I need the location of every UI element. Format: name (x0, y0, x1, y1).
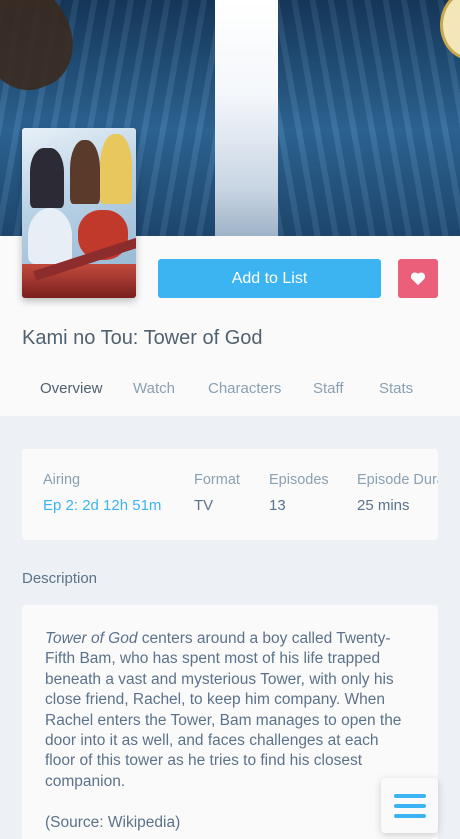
hamburger-menu-icon (393, 793, 426, 798)
heart-icon (410, 272, 426, 286)
description-card: Tower of God centers around a boy called… (22, 605, 438, 839)
duration-info: Episode Dura 25 mins (357, 472, 438, 514)
add-to-list-button[interactable]: Add to List (158, 259, 381, 298)
format-value: TV (194, 497, 214, 514)
info-card: Airing Ep 2: 2d 12h 51m Format TV Episod… (22, 449, 438, 540)
banner-pillar-right (278, 0, 460, 236)
airing-value: Ep 2: 2d 12h 51m (43, 497, 162, 514)
episodes-label: Episodes (269, 472, 329, 488)
hamburger-menu-icon-bar (393, 813, 426, 818)
format-info: Format TV (194, 472, 240, 514)
airing-label: Airing (43, 472, 81, 488)
tab-watch[interactable]: Watch (133, 380, 175, 397)
description-heading: Description (22, 570, 98, 587)
tab-overview[interactable]: Overview (40, 380, 103, 397)
description-source: (Source: Wikipedia) (45, 814, 181, 831)
tab-characters[interactable]: Characters (208, 380, 281, 397)
favorite-button[interactable] (398, 259, 438, 298)
duration-value: 25 mins (357, 497, 410, 514)
description-title-italic: Tower of God (45, 630, 138, 647)
cover-image (22, 128, 136, 298)
description-text: Tower of God centers around a boy called… (45, 629, 407, 792)
banner-light-beam (215, 0, 278, 236)
page-title: Kami no Tou: Tower of God (22, 327, 263, 349)
menu-button[interactable] (381, 778, 438, 833)
format-label: Format (194, 472, 240, 488)
episodes-info: Episodes 13 (269, 472, 329, 514)
airing-info: Airing Ep 2: 2d 12h 51m (43, 472, 161, 514)
tab-staff[interactable]: Staff (313, 380, 344, 397)
description-body: centers around a boy called Twenty-Fifth… (45, 630, 402, 790)
hamburger-menu-icon-bar (393, 803, 426, 808)
duration-label: Episode Dura (357, 472, 438, 488)
tab-bar: Overview Watch Characters Staff Stats (0, 380, 460, 402)
episodes-value: 13 (269, 497, 286, 514)
tab-stats[interactable]: Stats (379, 380, 413, 397)
